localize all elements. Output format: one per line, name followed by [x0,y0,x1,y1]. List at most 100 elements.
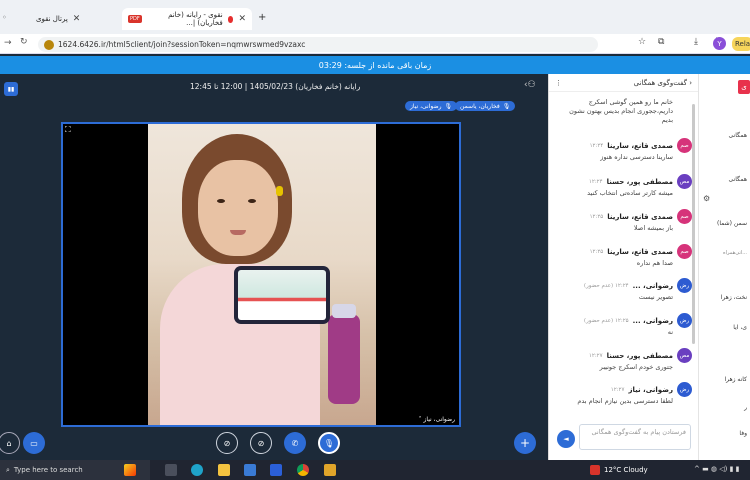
microphone-button[interactable]: 🎙 [318,432,340,454]
close-icon[interactable]: ✕ [73,14,81,24]
message-time: ۱۲:۲۴ [588,178,603,185]
app-logo: ی [738,80,750,94]
sender-name: رضوانی، نیاز [628,385,673,394]
chat-message: مص مصطفی پور، حسنا ۱۲:۲۷ جتوری خودم اسکرج … [560,348,692,372]
close-icon[interactable]: ✕ [238,14,246,24]
chat-message: صم صمدی قانع، سارینا ۱۲:۲۴ سارینا دسترسی ن… [560,138,692,162]
chat-title[interactable]: ‹ گفت‌وگوی همگانی [634,79,692,87]
avatar: مص [677,348,692,363]
avatar: رض [677,382,692,397]
message-text: لطفا دسترسی بدین نیازم انجام بدم [577,397,673,405]
message-time: ۱۲:۲۴ [589,142,604,149]
fullscreen-icon[interactable]: ⛶ [65,125,71,135]
chat-scrollbar[interactable] [692,104,695,344]
message-text: تصویر نیست [638,293,673,301]
user-list-item[interactable]: ی، ایا [733,324,747,331]
os-taskbar: ⌕ Type here to search 12°C Cloudy ^ ▬ ◍ … [0,460,750,480]
back-icon[interactable]: → [4,38,12,48]
store-icon[interactable] [270,464,282,476]
sender-name: صمدی قانع، سارینا [607,212,673,221]
face-shape [198,160,278,256]
tab-classroom[interactable]: ✕ نقوی - رایانه (خانم فخاریان) |... PDF [122,8,252,30]
message-time: ۱۲:۲۵ [589,213,604,220]
video-user-label: رضوانی، نیاز ˄ [418,416,455,423]
talker-pill: 🎙 فخاریان، یاسمن [455,101,516,111]
chat-message: رض رضوانی، نیاز ۱۲:۲۷ لطفا دسترسی بدین نیا… [560,382,692,406]
user-list-item[interactable]: ر [744,404,747,411]
system-tray[interactable]: ^ ▬ ◍ ◁) ▮ ▮ [694,465,740,473]
sender-name: رضوانی، ... [632,281,673,290]
file-explorer-icon[interactable] [218,464,230,476]
chat-header: ‹ گفت‌وگوی همگانی ⋮ [549,74,698,92]
download-icon[interactable]: ⤓ [694,37,698,47]
screen-share-button[interactable]: ▭ [23,432,45,454]
tab-menu-icon[interactable]: ◦ [2,13,7,22]
url-field[interactable]: 1624.6426.ir/html5client/join?sessionTok… [38,37,598,52]
more-options-icon[interactable]: ⋮ [555,79,562,87]
user-list-item[interactable]: سمن (شما) [717,220,747,227]
actions-plus-button[interactable]: + [514,432,536,454]
bottle-shape [328,314,360,404]
app-icon[interactable] [324,464,336,476]
user-list-item[interactable]: کانه زهرا [724,376,747,383]
user-list-item[interactable]: همگانی [729,132,747,139]
sender-name: مصطفی پور، حسنا [606,177,673,186]
message-text: میشه کارتر ساده‌تی انتخاب کنید [587,189,673,197]
pdf-icon: PDF [128,15,142,23]
site-info-icon[interactable] [44,39,54,50]
profile-avatar[interactable]: Y [713,37,726,50]
message-time: ۱۲:۲۴ (عدم حضور) [583,282,629,289]
relaunch-button[interactable]: Rela [732,37,750,51]
user-list-item[interactable]: نخت، زهرا [721,294,747,301]
webcam-video [148,124,376,425]
avatar: رض [677,278,692,293]
session-timer: زمان باقی مانده از جلسه: 03:29 [0,56,750,74]
video-button[interactable]: ⊘ [250,432,272,454]
recording-icon [227,15,234,23]
copilot-icon[interactable] [124,464,136,476]
message-text: نه [667,328,673,336]
reload-icon[interactable]: ↻ [20,37,28,47]
tab-label: نقوی - رایانه (خانم فخاریان) |... [168,11,223,27]
message-text: باز بمیشه اصلا [633,224,673,232]
chat-message-input[interactable]: فرستادن پیام به گفت‌وگوی همگانی [579,424,691,450]
message-time: ۱۲:۲۷ [610,386,625,393]
url-text: 1624.6426.ir/html5client/join?sessionTok… [58,40,306,49]
hairclip-shape [276,186,283,196]
gear-icon[interactable]: ⚙ [703,194,710,203]
message-text: سارینا دسترسی نداره هنوز [600,153,673,161]
message-time: ۱۲:۲۵ (عدم حضور) [583,317,629,324]
weather-widget[interactable]: 12°C Cloudy [590,465,648,475]
weather-icon [590,465,600,475]
user-list-item[interactable]: وفا [739,430,747,437]
message-time: ۱۲:۲۷ [588,352,603,359]
phone-shape [234,266,330,324]
camera-off-button[interactable]: ⊘ [216,432,238,454]
message-text: جتوری خودم اسکرج جونیبر [599,363,673,371]
mic-icon: 🎙 [444,102,453,110]
sender-name: صمدی قانع، سارینا [607,141,673,150]
message-text: خانم ما رو همین گوشی اسکرج داریم،ججوری ا… [569,98,673,125]
user-list-item[interactable]: ...اتی‌همراه [723,250,747,256]
stats-icon[interactable]: ▮▮ [4,82,18,96]
video-frame[interactable]: ⛶ رضوانی، نیاز ˄ [61,122,461,427]
chrome-icon[interactable] [297,464,309,476]
send-button[interactable]: ◄ [557,430,575,448]
bottle-cap-shape [332,304,356,318]
star-icon[interactable]: ☆ [638,37,646,47]
extensions-icon[interactable]: ⧉ [658,37,664,47]
new-tab-button[interactable]: + [258,12,266,23]
chat-message: صم صمدی قانع، سارینا ۱۲:۲۵ صدا هم نداره [560,244,692,268]
avatar: صم [677,209,692,224]
task-view-icon[interactable] [165,464,177,476]
calendar-icon[interactable] [244,464,256,476]
users-icon[interactable]: ‹⚇ [524,80,536,90]
user-list-item[interactable]: همگانی [729,176,747,183]
chat-message: صم صمدی قانع، سارینا ۱۲:۲۵ باز بمیشه اصلا [560,209,692,233]
phone-button[interactable]: ✆ [284,432,306,454]
chat-message: خانم ما رو همین گوشی اسکرج داریم،ججوری ا… [560,98,692,125]
mouth-shape [230,230,246,235]
edge-icon[interactable] [191,464,203,476]
avatar: صم [677,138,692,153]
sender-name: رضوانی، ... [632,316,673,325]
